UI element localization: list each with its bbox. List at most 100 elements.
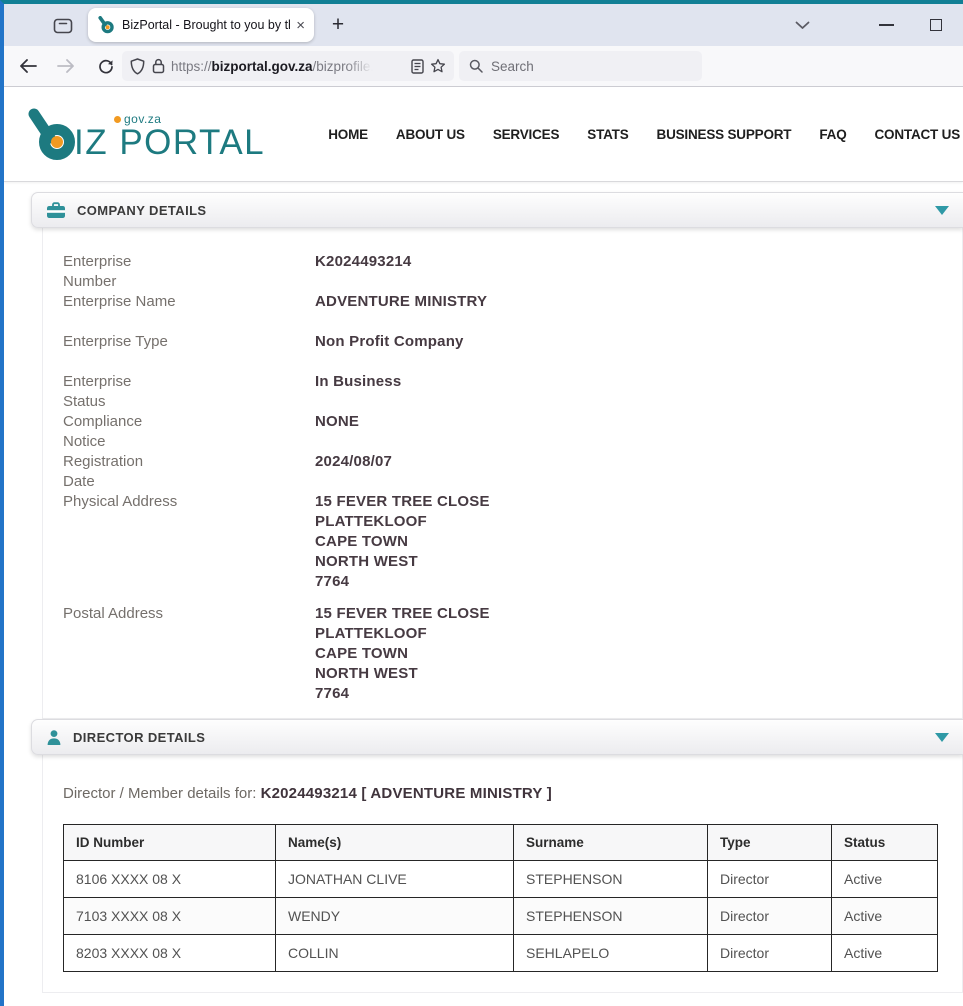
reader-mode-icon[interactable] [411,59,424,74]
url-protocol: https:// [171,59,212,74]
field-value: 15 FEVER TREE CLOSE PLATTEKLOOF CAPE TOW… [315,492,490,592]
url-domain: bizportal.gov.za [212,59,313,74]
url-path: /bizprofile. [313,59,375,74]
browser-toolbar: https:// bizportal.gov.za /bizprofile. S… [4,46,963,87]
director-intro-value: K2024493214 [ ADVENTURE MINISTRY ] [261,785,552,802]
browser-tab[interactable]: BizPortal - Brought to you by th × [88,8,314,42]
col-names: Name(s) [276,825,514,861]
reload-icon[interactable] [90,46,122,86]
company-details-title: COMPANY DETAILS [77,203,207,218]
field-label: Enterprise Type [63,332,315,352]
company-details-body: Enterprise NumberK2024493214 Enterprise … [42,228,963,719]
url-text[interactable]: https:// bizportal.gov.za /bizprofile. [171,59,405,74]
tab-list-chevron-icon[interactable] [786,4,818,46]
director-intro: Director / Member details for: K20244932… [63,785,962,802]
field-enterprise-type: Enterprise TypeNon Profit Company [63,332,962,352]
firefox-view-icon[interactable] [50,13,76,37]
directors-table: ID Number Name(s) Surname Type Status 81… [63,824,938,972]
table-header-row: ID Number Name(s) Surname Type Status [64,825,938,861]
field-value: ADVENTURE MINISTRY [315,292,487,312]
field-value: 2024/08/07 [315,452,392,492]
nav-item-about-us[interactable]: ABOUT US [396,127,465,142]
url-bar[interactable]: https:// bizportal.gov.za /bizprofile. [122,51,454,81]
maximize-button[interactable] [920,4,952,46]
field-enterprise-status: Enterprise StatusIn Business [63,372,962,412]
cell-status: Active [832,861,938,898]
search-placeholder: Search [491,59,534,74]
col-type: Type [708,825,832,861]
shield-icon[interactable] [130,58,145,75]
cell-type: Director [708,861,832,898]
main-nav: HOME ABOUT US SERVICES STATS BUSINESS SU… [328,127,960,142]
field-enterprise-number: Enterprise NumberK2024493214 [63,252,962,292]
cell-surname: STEPHENSON [514,861,708,898]
field-registration-date: Registration Date2024/08/07 [63,452,962,492]
col-surname: Surname [514,825,708,861]
lock-icon[interactable] [152,58,165,74]
bookmark-star-icon[interactable] [430,58,446,74]
field-label: Enterprise Number [63,252,315,292]
cell-type: Director [708,898,832,935]
field-value: 15 FEVER TREE CLOSE PLATTEKLOOF CAPE TOW… [315,604,490,704]
field-label: Registration Date [63,452,315,492]
tab-bar: BizPortal - Brought to you by th × + [4,4,963,46]
bizportal-favicon [97,16,115,34]
search-bar[interactable]: Search [459,51,702,81]
cell-id-number: 8106 XXXX 08 X [64,861,276,898]
field-value: Non Profit Company [315,332,464,352]
nav-item-business-support[interactable]: BUSINESS SUPPORT [657,127,792,142]
nav-item-contact-us[interactable]: CONTACT US [875,127,961,142]
director-intro-label: Director / Member details for: [63,785,261,802]
cell-surname: STEPHENSON [514,898,708,935]
cell-status: Active [832,935,938,972]
field-value: NONE [315,412,359,452]
table-row: 8106 XXXX 08 X JONATHAN CLIVE STEPHENSON… [64,861,938,898]
person-icon [46,729,62,746]
cell-id-number: 7103 XXXX 08 X [64,898,276,935]
nav-item-faq[interactable]: FAQ [819,127,846,142]
company-details-header[interactable]: COMPANY DETAILS [31,192,963,228]
minimize-button[interactable] [870,4,902,46]
browser-window: BizPortal - Brought to you by th × + [0,0,963,1006]
new-tab-button[interactable]: + [324,11,352,39]
col-status: Status [832,825,938,861]
back-icon[interactable] [12,46,44,86]
site-header: gov.za IZ PORTAL HOME ABOUT US SERVICES … [4,87,963,182]
field-label: Physical Address [63,492,315,592]
cell-names: WENDY [276,898,514,935]
cell-names: COLLIN [276,935,514,972]
cell-status: Active [832,898,938,935]
cell-names: JONATHAN CLIVE [276,861,514,898]
field-label: Enterprise Name [63,292,315,312]
table-row: 8203 XXXX 08 X COLLIN SEHLAPELO Director… [64,935,938,972]
field-compliance-notice: Compliance NoticeNONE [63,412,962,452]
collapse-arrow-icon[interactable] [935,733,949,742]
bizportal-logo[interactable]: gov.za IZ PORTAL [24,108,265,160]
field-label: Postal Address [63,604,315,704]
logo-text: IZ PORTAL [74,123,265,162]
forward-icon[interactable] [50,46,82,86]
tab-close-icon[interactable]: × [296,18,305,33]
field-value: In Business [315,372,401,412]
nav-item-home[interactable]: HOME [328,127,368,142]
field-label: Enterprise Status [63,372,315,412]
field-enterprise-name: Enterprise NameADVENTURE MINISTRY [63,292,962,312]
field-label: Compliance Notice [63,412,315,452]
director-details-title: DIRECTOR DETAILS [73,730,205,745]
nav-item-stats[interactable]: STATS [587,127,628,142]
col-id-number: ID Number [64,825,276,861]
cell-id-number: 8203 XXXX 08 X [64,935,276,972]
field-postal-address: Postal Address15 FEVER TREE CLOSE PLATTE… [63,604,962,704]
briefcase-icon [46,202,66,219]
orange-dot-icon [114,116,121,123]
nav-item-services[interactable]: SERVICES [493,127,559,142]
collapse-arrow-icon[interactable] [935,206,949,215]
director-details-body: Director / Member details for: K20244932… [42,755,963,993]
field-physical-address: Physical Address15 FEVER TREE CLOSE PLAT… [63,492,962,592]
tab-title: BizPortal - Brought to you by th [122,18,290,32]
director-details-header[interactable]: DIRECTOR DETAILS [31,719,963,755]
cell-type: Director [708,935,832,972]
search-icon [469,59,483,73]
table-row: 7103 XXXX 08 X WENDY STEPHENSON Director… [64,898,938,935]
cell-surname: SEHLAPELO [514,935,708,972]
